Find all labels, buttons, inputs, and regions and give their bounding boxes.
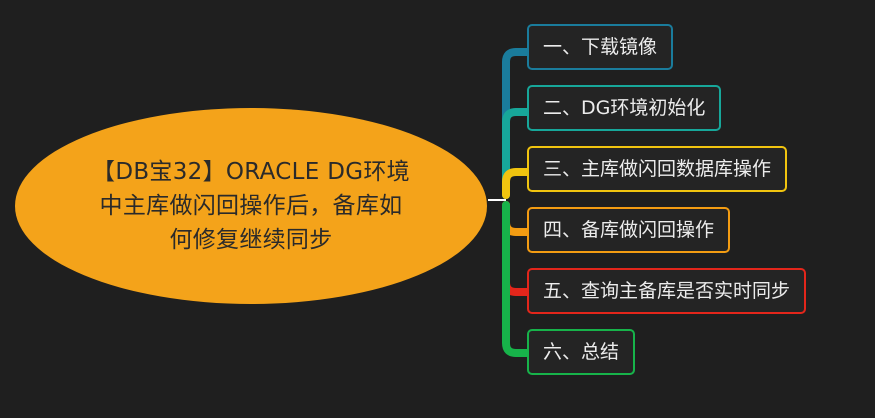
central-topic-title: 【DB宝32】ORACLE DG环境中主库做闪回操作后，备库如何修复继续同步 xyxy=(92,159,410,253)
topic-dg-init[interactable]: 二、DG环境初始化 xyxy=(527,85,722,131)
topic-summary[interactable]: 六、总结 xyxy=(527,329,636,375)
topic-download-image[interactable]: 一、下载镜像 xyxy=(527,24,674,70)
topic-primary-flashback[interactable]: 三、主库做闪回数据库操作 xyxy=(527,146,788,192)
central-topic[interactable]: 【DB宝32】ORACLE DG环境中主库做闪回操作后，备库如何修复继续同步 xyxy=(15,108,487,304)
topic-standby-flashback[interactable]: 四、备库做闪回操作 xyxy=(527,207,731,253)
branch-line-6 xyxy=(502,201,531,357)
topic-sync-check[interactable]: 五、查询主备库是否实时同步 xyxy=(527,268,807,314)
branch-line-3 xyxy=(502,168,531,199)
mind-map: 【DB宝32】ORACLE DG环境中主库做闪回操作后，备库如何修复继续同步 一… xyxy=(0,0,875,418)
